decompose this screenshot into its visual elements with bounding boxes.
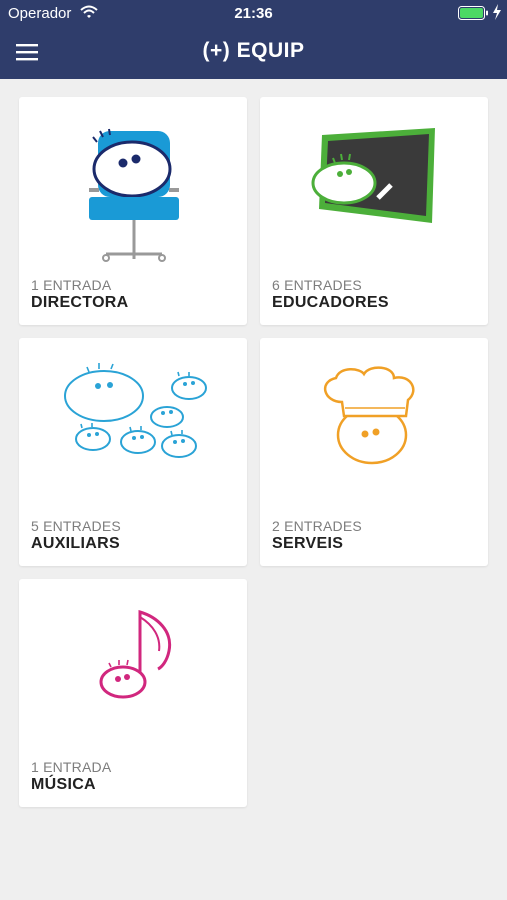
status-bar: Operador 21:36 [0,0,507,27]
chef-hat-character-icon [260,338,488,513]
card-title: DIRECTORA [31,294,129,311]
page-title: (+) EQUIP [202,39,305,62]
navigation-bar: (+) EQUIP [0,27,507,79]
battery-icon [458,6,490,24]
team-card-serveis[interactable]: 2 ENTRADES SERVEIS [260,338,488,566]
office-chair-character-icon [19,97,247,272]
entry-count: 1 ENTRADA [31,759,112,775]
card-title: EDUCADORES [272,294,389,311]
status-time: 21:36 [234,5,273,22]
card-title: AUXILIARS [31,535,120,552]
team-card-auxiliars[interactable]: 5 ENTRADES AUXILIARS [19,338,247,566]
team-card-educadores[interactable]: 6 ENTRADES EDUCADORES [260,97,488,325]
entry-count: 5 ENTRADES [31,518,121,534]
app-header: Operador 21:36 (+) EQUIP [0,0,507,79]
card-title: MÚSICA [31,776,96,793]
team-card-directora[interactable]: 1 ENTRADA DIRECTORA [19,97,247,325]
entry-count: 2 ENTRADES [272,518,362,534]
chalkboard-character-icon [260,97,488,272]
card-title: SERVEIS [272,535,344,552]
team-card-musica[interactable]: 1 ENTRADA MÚSICA [19,579,247,807]
entry-count: 1 ENTRADA [31,277,112,293]
charging-bolt-icon [492,3,502,25]
music-note-character-icon [19,579,247,754]
entry-count: 6 ENTRADES [272,277,362,293]
group-of-characters-icon [19,338,247,513]
